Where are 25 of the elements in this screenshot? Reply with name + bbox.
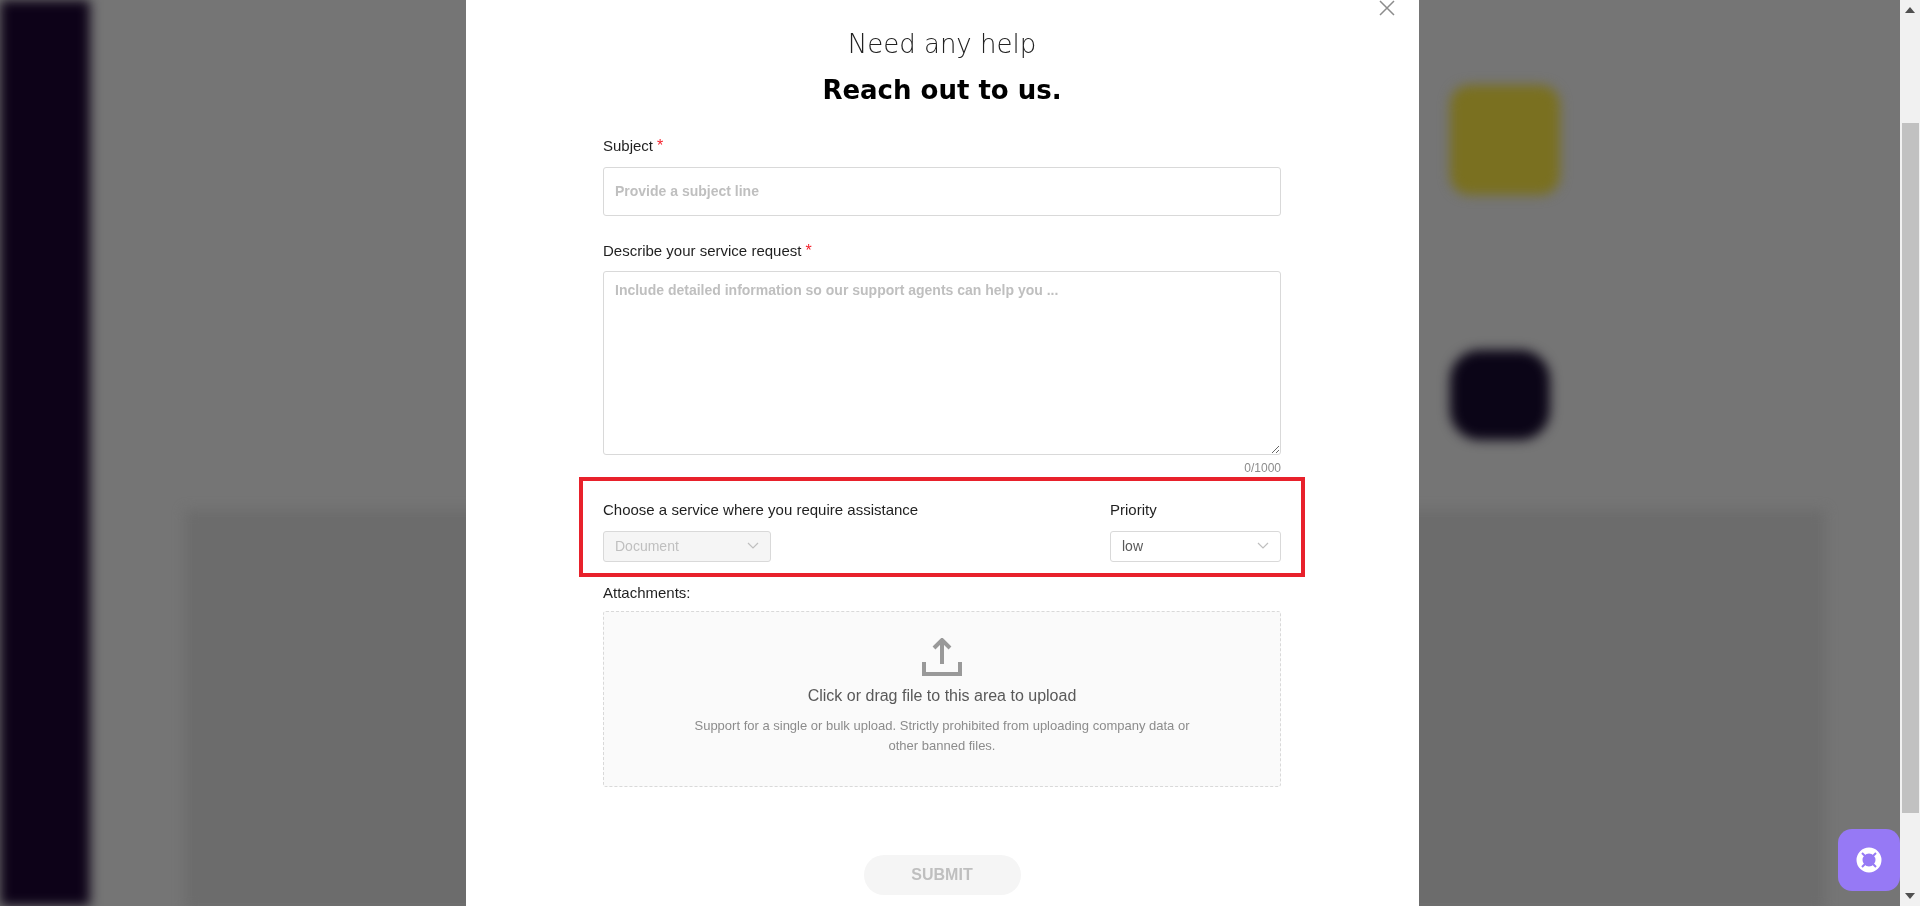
required-mark: * bbox=[805, 242, 812, 259]
lifebuoy-icon bbox=[1856, 847, 1882, 873]
priority-select[interactable]: low bbox=[1110, 530, 1281, 562]
required-mark: * bbox=[657, 138, 664, 155]
close-icon[interactable] bbox=[1378, 0, 1395, 16]
scrollbar-thumb[interactable] bbox=[1901, 123, 1919, 813]
field-label: Describe your service request bbox=[603, 240, 802, 261]
field-label: Priority bbox=[1110, 500, 1157, 520]
chevron-down-icon bbox=[747, 542, 759, 550]
field-label: Attachments: bbox=[603, 584, 691, 601]
scroll-down-icon[interactable] bbox=[1905, 893, 1915, 899]
scroll-up-icon[interactable] bbox=[1905, 7, 1915, 13]
dialog-subheading: Reach out to us. bbox=[822, 74, 1062, 107]
upload-hint: Support for a single or bulk upload. Strictly prohibited from uploading company data or other banned files. bbox=[693, 717, 1191, 755]
upload-icon bbox=[922, 638, 962, 676]
chevron-down-icon bbox=[1257, 542, 1269, 550]
description-field[interactable]: Include detailed information so our support agents can help you ... bbox=[603, 271, 1281, 455]
field-label: Choose a service where you require assistance bbox=[603, 500, 919, 520]
upload-title: Click or drag file to this area to upload bbox=[807, 686, 1077, 706]
field-label: Subject bbox=[603, 136, 654, 156]
subject-field[interactable]: Provide a subject line bbox=[603, 166, 1281, 216]
help-button[interactable] bbox=[1838, 829, 1900, 891]
upload-dropzone[interactable]: Click or drag file to this area to upload Support for a single or bulk upload. Strictly prohibited from uploading company data or other banned files. bbox=[603, 611, 1281, 787]
dialog-heading: Need any help bbox=[847, 28, 1037, 61]
character-counter: 0/1000 bbox=[1244, 460, 1281, 477]
